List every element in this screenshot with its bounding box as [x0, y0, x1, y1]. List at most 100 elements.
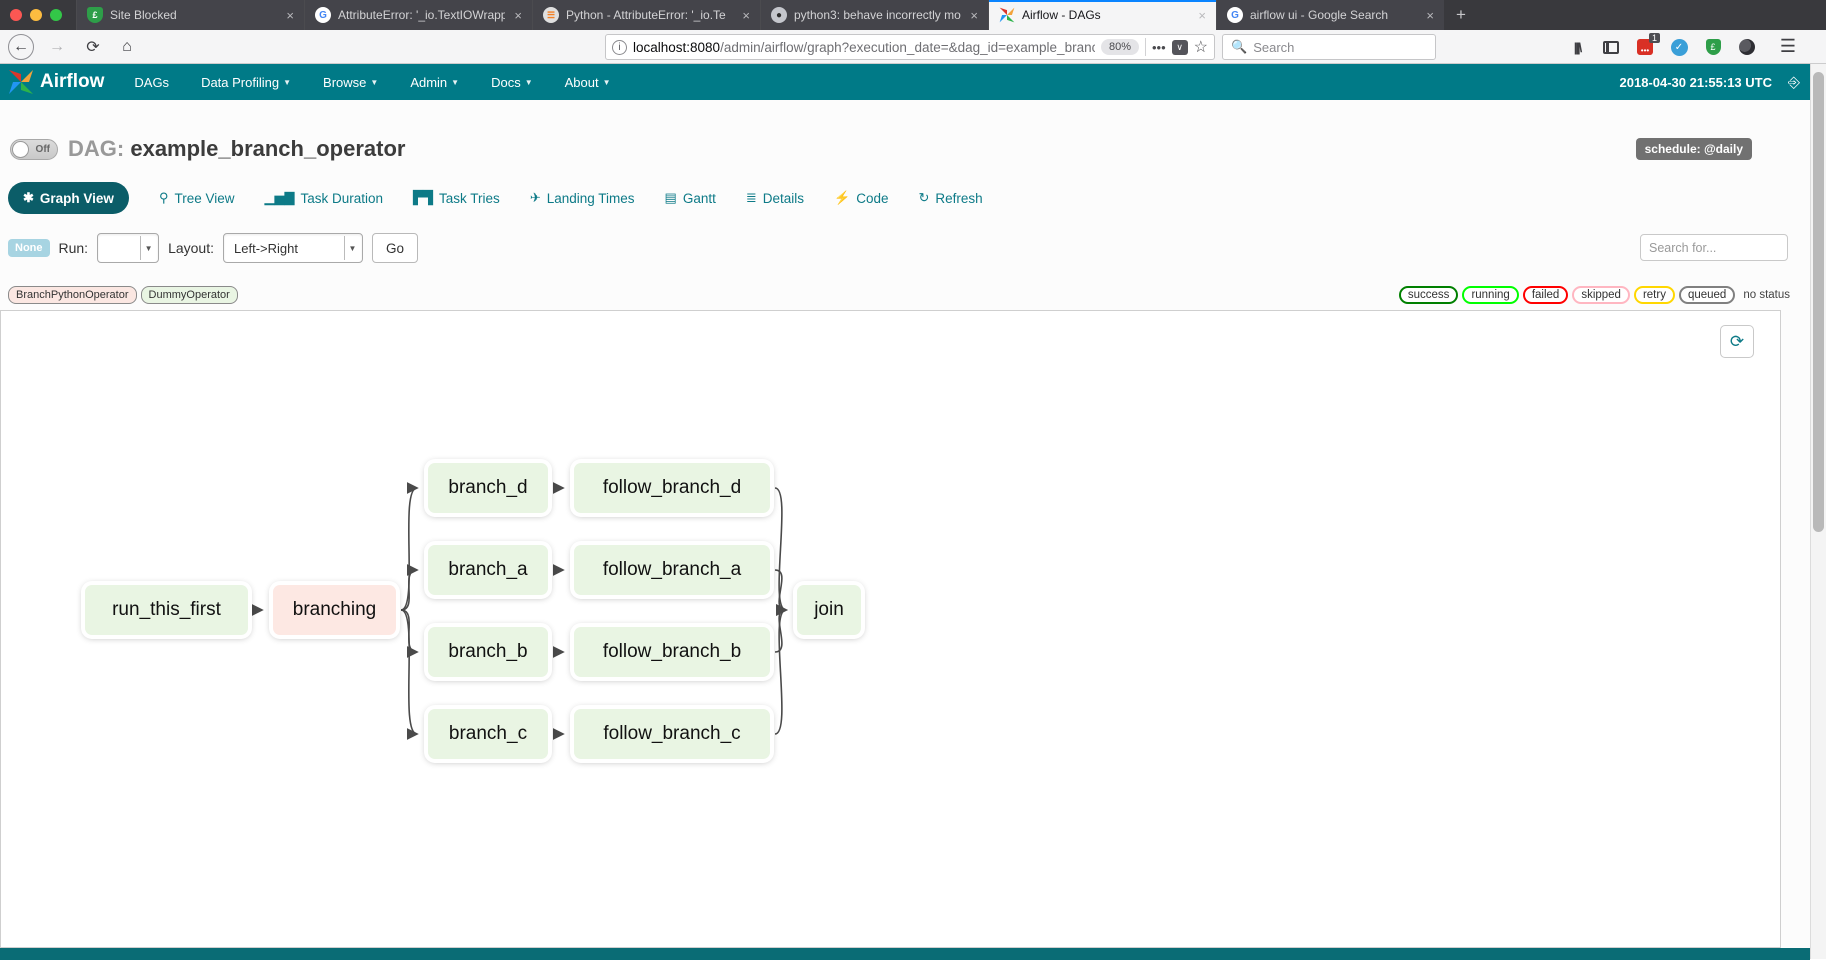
nav-item-data-profiling[interactable]: Data Profiling▼: [185, 75, 307, 90]
new-tab-button[interactable]: +: [1444, 0, 1478, 30]
dag-node-join[interactable]: join: [797, 585, 861, 635]
node-label: join: [814, 599, 844, 621]
view-tab-landing-times[interactable]: ✈Landing Times: [530, 190, 635, 206]
airflow-logo-icon: [8, 69, 34, 95]
go-button[interactable]: Go: [372, 233, 418, 263]
code-icon: ⚡: [834, 190, 850, 206]
caret-down-icon: ▼: [603, 78, 611, 87]
refresh-icon: ↻: [919, 190, 930, 206]
browser-tab-5[interactable]: Airflow - DAGs×: [988, 0, 1216, 30]
node-label: branch_a: [448, 559, 527, 581]
layout-label: Layout:: [168, 240, 214, 256]
dag-pause-toggle[interactable]: Off: [10, 139, 58, 160]
back-button[interactable]: ←: [8, 34, 34, 60]
layout-select[interactable]: Left->Right ▼: [223, 233, 363, 263]
footer-bar: [0, 948, 1810, 960]
browser-tab-6[interactable]: Gairflow ui - Google Search ×: [1216, 0, 1444, 30]
page-info-icon[interactable]: i: [612, 40, 627, 55]
node-label: follow_branch_b: [603, 641, 741, 663]
dag-node-follow_branch_b[interactable]: follow_branch_b: [574, 627, 770, 677]
home-button[interactable]: ⌂: [114, 34, 140, 60]
tab-close-icon[interactable]: ×: [1424, 8, 1436, 23]
reload-button[interactable]: ⟳: [80, 34, 106, 60]
tab-title: AttributeError: '_io.TextIOWrapp: [338, 8, 505, 22]
browser-tab-bar: £Site Blocked× G AttributeError: '_io.Text…: [0, 0, 1826, 30]
status-legend-failed: failed: [1523, 286, 1569, 304]
dag-node-follow_branch_d[interactable]: follow_branch_d: [574, 463, 770, 513]
refresh-graph-button[interactable]: ⟳: [1720, 325, 1754, 358]
browser-search-bar[interactable]: 🔍 Search: [1222, 34, 1436, 60]
base-date-badge: None: [8, 239, 50, 257]
shield-extension-icon[interactable]: £: [1706, 39, 1721, 55]
gantt-icon: ▤: [665, 190, 677, 206]
view-tab-task-duration[interactable]: ▁▅▇Task Duration: [265, 190, 384, 206]
status-legend-running: running: [1462, 286, 1518, 304]
url-text[interactable]: localhost:8080/admin/airflow/graph?execu…: [633, 40, 1095, 55]
view-tab-details[interactable]: ≣Details: [746, 190, 804, 206]
nav-item-admin[interactable]: Admin▼: [394, 75, 475, 90]
node-label: branching: [293, 599, 376, 621]
dag-node-branching[interactable]: branching: [273, 585, 396, 635]
run-select[interactable]: ▼: [97, 233, 159, 263]
library-icon[interactable]: |||\: [1568, 38, 1586, 56]
browser-tab-2[interactable]: GAttributeError: '_io.TextIOWrapp×: [304, 0, 532, 30]
view-tab-graph-view[interactable]: ✱Graph View: [8, 182, 129, 214]
browser-tab-4[interactable]: ●python3: behave incorrectly mo×: [760, 0, 988, 30]
view-tab-code[interactable]: ⚡Code: [834, 190, 888, 206]
operator-legend-dummyoperator: DummyOperator: [141, 286, 238, 304]
tab-close-icon[interactable]: ×: [968, 8, 980, 23]
bookmark-star-icon[interactable]: ☆: [1194, 37, 1208, 57]
browser-tab-3[interactable]: ☰Python - AttributeError: '_io.Te×: [532, 0, 760, 30]
view-tab-label: Tree View: [174, 191, 234, 206]
view-tab-tree-view[interactable]: ⚲Tree View: [159, 190, 235, 206]
tab-close-icon[interactable]: ×: [284, 8, 296, 23]
view-tab-task-tries[interactable]: ▛▜Task Tries: [413, 190, 500, 206]
view-tab-refresh[interactable]: ↻Refresh: [919, 190, 983, 206]
close-window-button[interactable]: [10, 9, 22, 21]
browser-tab-1[interactable]: £Site Blocked×: [76, 0, 304, 30]
nav-item-browse[interactable]: Browse▼: [307, 75, 394, 90]
tab-close-icon[interactable]: ×: [512, 8, 524, 23]
view-tab-gantt[interactable]: ▤Gantt: [665, 190, 716, 206]
cookies-extension-icon[interactable]: [1739, 39, 1755, 55]
forward-button[interactable]: →: [44, 34, 70, 60]
toggle-knob: [12, 141, 29, 158]
airflow-brand[interactable]: Airflow: [0, 69, 118, 95]
status-legend-retry: retry: [1634, 286, 1675, 304]
task-duration-icon: ▁▅▇: [265, 190, 295, 206]
pocket-icon[interactable]: ∨: [1172, 40, 1188, 55]
status-legend-success: success: [1399, 286, 1459, 304]
dag-graph-canvas[interactable]: run_this_first branching branch_d follow_br…: [0, 310, 1781, 948]
edge-branching-to-branch_a: [401, 570, 417, 610]
zoom-level-badge[interactable]: 80%: [1101, 39, 1139, 55]
dag-node-branch_c[interactable]: branch_c: [428, 709, 548, 759]
minimize-window-button[interactable]: [30, 9, 42, 21]
landing-times-icon: ✈: [530, 190, 541, 206]
zoom-window-button[interactable]: [50, 9, 62, 21]
task-search-input[interactable]: [1640, 234, 1788, 261]
chevron-down-icon: ▼: [140, 236, 156, 260]
nav-item-dags[interactable]: DAGs: [118, 75, 185, 90]
dag-node-branch_a[interactable]: branch_a: [428, 545, 548, 595]
url-bar[interactable]: i localhost:8080/admin/airflow/graph?exe…: [605, 34, 1215, 60]
dag-node-follow_branch_c[interactable]: follow_branch_c: [574, 709, 770, 759]
tab-title: airflow ui - Google Search: [1250, 8, 1417, 22]
sidebar-toggle-icon[interactable]: [1603, 41, 1619, 54]
dag-node-run_this_first[interactable]: run_this_first: [85, 585, 248, 635]
nav-item-docs[interactable]: Docs▼: [475, 75, 549, 90]
dag-node-follow_branch_a[interactable]: follow_branch_a: [574, 545, 770, 595]
page-actions-icon[interactable]: •••: [1152, 40, 1166, 55]
scrollbar-thumb[interactable]: [1813, 72, 1824, 532]
dag-node-branch_b[interactable]: branch_b: [428, 627, 548, 677]
airflow-navbar: Airflow DAGsData Profiling▼Browse▼Admin▼…: [0, 64, 1826, 100]
tab-close-icon[interactable]: ×: [740, 8, 752, 23]
blue-extension-icon[interactable]: ✓: [1671, 39, 1688, 56]
google-icon: G: [1227, 7, 1243, 23]
github-icon: ●: [771, 7, 787, 23]
tab-close-icon[interactable]: ×: [1196, 8, 1208, 23]
shield-site-icon: £: [87, 7, 103, 23]
nav-item-about[interactable]: About▼: [549, 75, 627, 90]
dag-node-branch_d[interactable]: branch_d: [428, 463, 548, 513]
menu-icon[interactable]: ☰: [1780, 36, 1796, 57]
window-scrollbar[interactable]: [1810, 64, 1826, 959]
